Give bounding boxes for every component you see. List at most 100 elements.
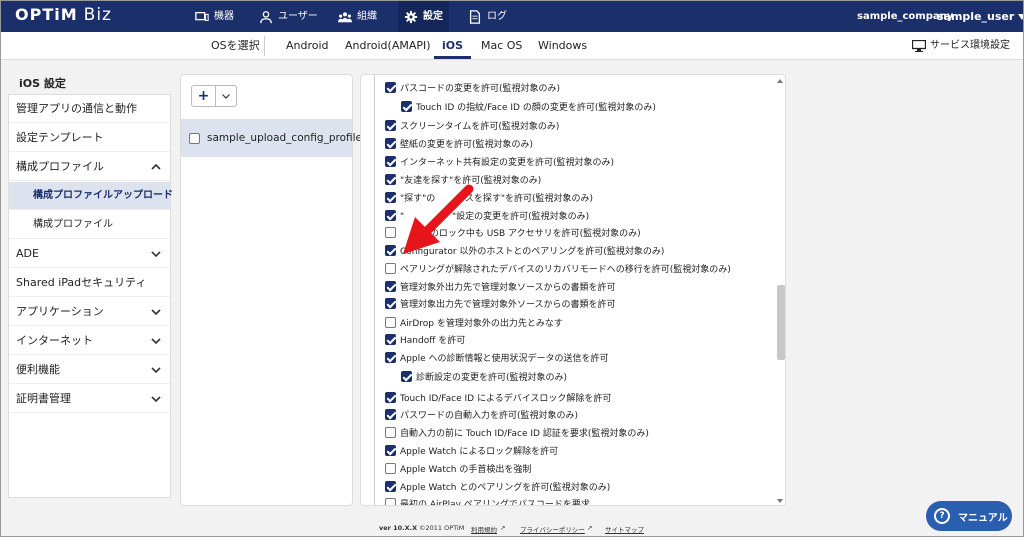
sidebar-item-config-profile-upload[interactable]: 構成プロファイルアップロード [9,182,173,210]
option-row[interactable]: 壁紙の変更を許可(監視対象のみ) [385,135,533,151]
add-button[interactable]: + [192,86,216,106]
logo-sub: Biz [83,5,112,25]
footer-terms-link[interactable]: 利用規約 [471,524,497,534]
scroll-up-icon[interactable] [777,79,783,83]
nav-settings[interactable]: 設定 [398,1,449,32]
sidebar-item-certificate-management[interactable]: 証明書管理 [9,385,170,413]
option-row[interactable]: Apple への診断情報と使用状況データの送信を許可 [385,349,608,365]
option-label: Touch ID の指紋/Face ID の顔の変更を許可(監視対象のみ) [416,102,656,113]
checkbox-checked[interactable] [385,191,396,203]
checkbox-checked[interactable] [385,155,396,167]
tab-android-amapi[interactable]: Android(AMAPI) [345,32,431,59]
option-label: 最初の AirPlay ペアリングでパスコードを要求 [400,499,590,506]
option-row[interactable]: 管理対象外出力先で管理対象ソースからの書類を許可 [385,278,616,294]
sidebar-item-app-communication[interactable]: 管理アプリの通信と動作 [9,95,170,123]
checkbox-checked[interactable] [385,444,396,456]
nav-organization[interactable]: 組織 [336,1,379,32]
option-label: パスコードの変更を許可(監視対象のみ) [400,83,561,94]
scroll-down-icon[interactable] [777,499,783,503]
sidebar-item-config-profile[interactable]: 構成プロファイル [9,211,170,239]
option-row[interactable]: パスコードの変更を許可(監視対象のみ) [385,79,560,95]
checkbox-checked[interactable] [385,244,396,256]
option-label: 管理対象外出力先で管理対象ソースからの書類を許可 [400,282,616,293]
sidebar-item-ade[interactable]: ADE [9,240,170,268]
option-row[interactable]: 最初の AirPlay ペアリングでパスコードを要求 [385,495,590,506]
option-label: Touch ID/Face ID によるデバイスロック解除を許可 [400,393,612,404]
checkbox-checked[interactable] [385,351,396,363]
option-row[interactable]: AirDrop を管理対象外の出力先とみなす [385,314,563,330]
checkbox-checked[interactable] [385,391,396,403]
option-label: Apple Watch とのペアリングを許可(監視対象のみ) [400,482,611,493]
chevron-down-icon [151,309,161,316]
footer-privacy-link[interactable]: プライバシーポリシー [520,524,585,534]
tab-mac-os[interactable]: Mac OS [481,32,522,59]
option-label: インターネット共有設定の変更を許可(監視対象のみ) [400,157,615,168]
manual-button[interactable]: ? マニュアル [926,501,1012,531]
device-icon [195,11,209,21]
footer-sitemap-link[interactable]: サイトマップ [605,524,644,534]
option-row[interactable]: Handoff を許可 [385,331,465,347]
option-row[interactable]: インターネット共有設定の変更を許可(監視対象のみ) [385,153,614,169]
service-settings-link[interactable]: サービス環境設定 [912,32,1010,59]
optim-biz-logo[interactable]: OPTiM Biz [15,5,112,25]
scrollbar-thumb[interactable] [777,285,785,360]
checkbox-checked[interactable] [385,280,396,292]
sidebar-item-label: ADE [16,247,39,260]
option-row[interactable]: Apple Watch とのペアリングを許可(監視対象のみ) [385,478,610,494]
nav-devices-label: 機器 [214,11,234,22]
checkbox-unchecked[interactable] [385,226,396,238]
sidebar-item-label: 構成プロファイルアップロード [33,190,173,201]
manual-button-label: マニュアル [958,512,1008,524]
checkbox-checked[interactable] [401,370,412,382]
checkbox-checked[interactable] [385,137,396,149]
nav-users[interactable]: ユーザー [257,1,320,32]
checkbox-checked[interactable] [401,100,412,112]
sidebar-item-shared-ipad-security[interactable]: Shared iPadセキュリティ [9,269,170,297]
user-menu[interactable]: sample_user [937,1,1023,32]
option-row[interactable]: 自動入力の前に Touch ID/Face ID 認証を要求(監視対象のみ) [385,424,649,440]
tab-windows[interactable]: Windows [538,32,587,59]
checkbox-checked[interactable] [385,333,396,345]
checkbox-checked[interactable] [385,81,396,93]
checkbox-unchecked[interactable] [385,426,396,438]
tab-android[interactable]: Android [286,32,329,59]
option-row[interactable]: Apple Watch の手首検出を強制 [385,460,531,476]
checkbox-checked[interactable] [385,297,396,309]
sidebar-item-config-profile-group[interactable]: 構成プロファイル [9,153,170,181]
checkbox-checked[interactable] [385,173,396,185]
checkbox-unchecked[interactable] [385,462,396,474]
checkbox-unchecked[interactable] [385,497,396,505]
option-row[interactable]: 診断設定の変更を許可(監視対象のみ) [401,368,567,384]
option-label: ペアリングが解除されたデバイスのリカバリモードへの移行を許可(監視対象のみ) [400,264,731,275]
option-row[interactable]: Touch ID の指紋/Face ID の顔の変更を許可(監視対象のみ) [401,98,656,114]
checkbox-checked[interactable] [385,209,396,221]
sidebar-item-settings-template[interactable]: 設定テンプレート [9,124,170,152]
sidebar-item-applications[interactable]: アプリケーション [9,298,170,326]
nav-devices[interactable]: 機器 [193,1,236,32]
sidebar-item-label: Shared iPadセキュリティ [16,276,147,289]
nav-users-label: ユーザー [278,11,318,22]
file-name: sample_upload_config_profile [207,132,362,144]
file-checkbox[interactable] [189,132,200,144]
option-row[interactable]: Touch ID/Face ID によるデバイスロック解除を許可 [385,389,611,405]
settings-sidebar: iOS 設定 管理アプリの通信と動作 設定テンプレート 構成プロファイル 構成プ… [1,60,173,514]
chevron-down-icon [151,367,161,374]
checkbox-checked[interactable] [385,119,396,131]
checkbox-checked[interactable] [385,408,396,420]
tab-ios[interactable]: iOS [434,32,472,59]
checkbox-unchecked[interactable] [385,316,396,328]
checkbox-checked[interactable] [385,480,396,492]
add-dropdown-button[interactable] [216,86,236,106]
organization-icon [338,11,352,22]
option-row[interactable]: 管理対象出力先で管理対象外ソースからの書類を許可 [385,295,616,311]
option-row[interactable]: パスワードの自動入力を許可(監視対象のみ) [385,406,578,422]
sidebar-item-internet[interactable]: インターネット [9,327,170,355]
nav-logs[interactable]: ログ [466,1,509,32]
file-list-item[interactable]: sample_upload_config_profile [181,119,362,157]
user-name: sample_user [937,10,1015,23]
option-row[interactable]: ペアリングが解除されたデバイスのリカバリモードへの移行を許可(監視対象のみ) [385,260,731,276]
sidebar-item-convenience[interactable]: 便利機能 [9,356,170,384]
option-row[interactable]: スクリーンタイムを許可(監視対象のみ) [385,117,559,133]
checkbox-unchecked[interactable] [385,262,396,274]
option-row[interactable]: Apple Watch によるロック解除を許可 [385,442,558,458]
